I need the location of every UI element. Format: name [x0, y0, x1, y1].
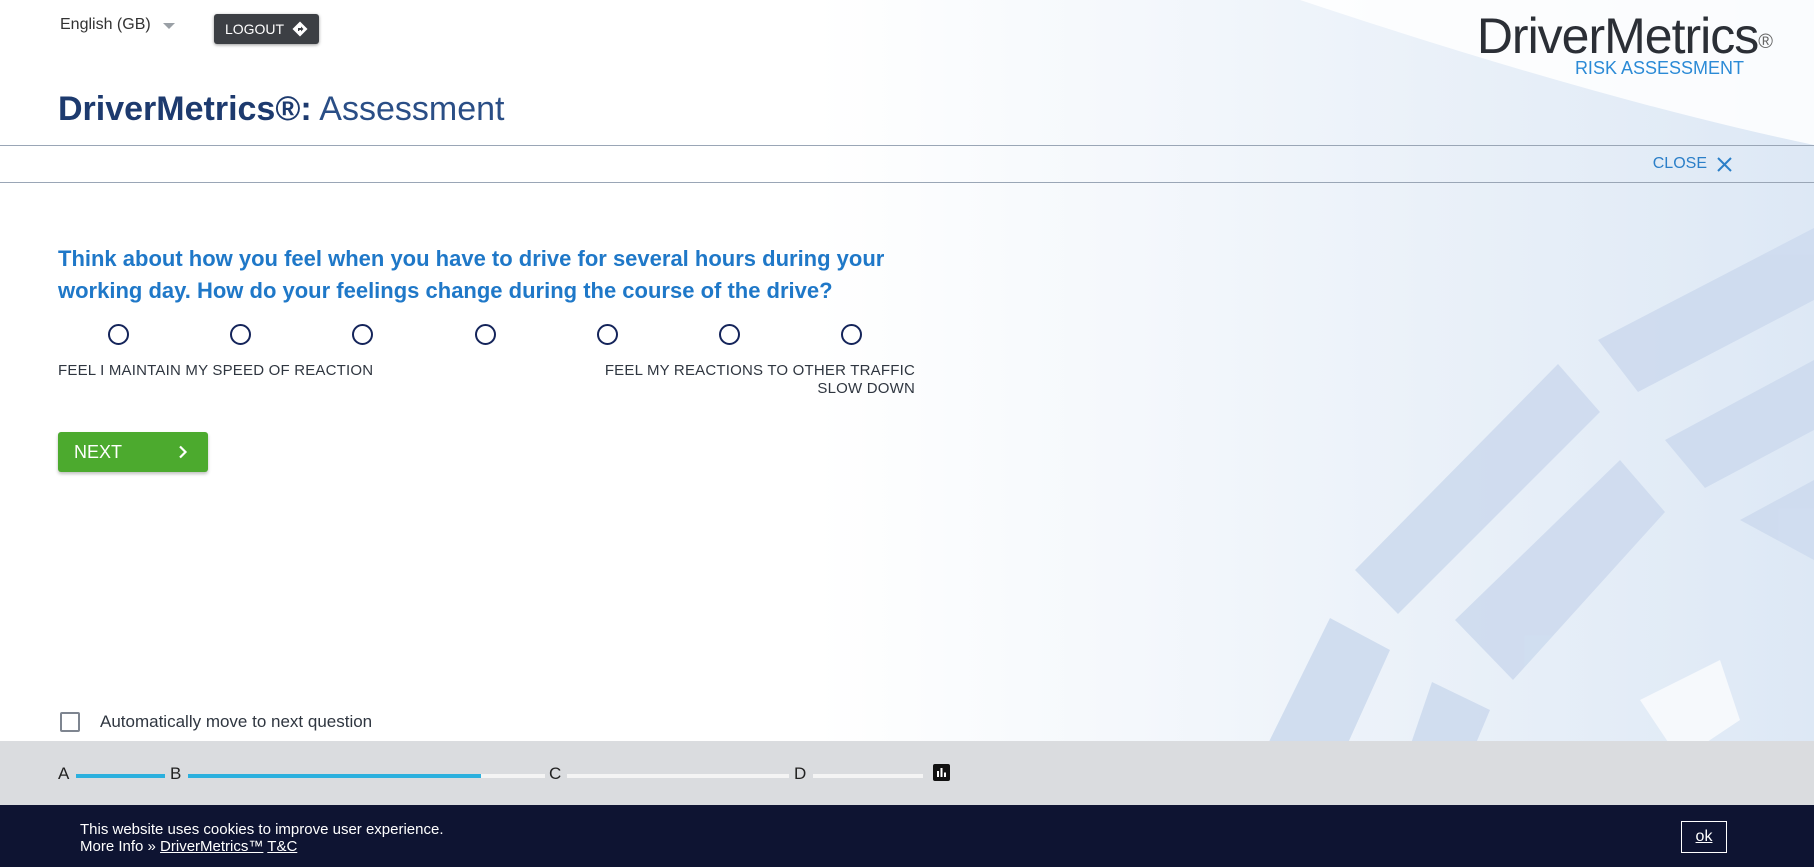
progress-fill-b — [188, 774, 481, 778]
page-title-section: Assessment — [311, 90, 505, 128]
drivermetrics-link[interactable]: DriverMetrics™ — [160, 838, 263, 855]
scale-anchor-right: FEEL MY REACTIONS TO OTHER TRAFFIC SLOW … — [604, 362, 915, 397]
close-label: CLOSE — [1652, 155, 1707, 172]
page-title-brand: DriverMetrics®: — [58, 90, 312, 128]
cookie-ok-button[interactable]: ok — [1681, 821, 1727, 853]
logout-button[interactable]: LOGOUT — [214, 14, 319, 44]
brand-logo: DriverMetrics® RISK ASSESSMENT — [1476, 6, 1773, 79]
section-label-d: D — [794, 764, 807, 783]
likert-option-4[interactable] — [475, 324, 496, 345]
directions-icon — [292, 21, 308, 37]
likert-option-6[interactable] — [719, 324, 740, 345]
brand-name: DriverMetrics® — [1476, 8, 1773, 64]
progress-fill-a — [76, 774, 165, 778]
next-label: NEXT — [74, 441, 123, 462]
cookie-message: This website uses cookies to improve use… — [80, 821, 444, 855]
progress-track-b — [188, 774, 545, 778]
page-title: DriverMetrics®: Assessment — [58, 90, 504, 129]
progress-bar-band — [0, 741, 1814, 805]
close-button[interactable]: CLOSE — [1653, 155, 1732, 173]
likert-option-1[interactable] — [108, 324, 129, 345]
chevron-down-icon — [162, 23, 175, 29]
chevron-right-icon — [179, 445, 188, 459]
section-label-a: A — [58, 764, 70, 783]
auto-move-checkbox[interactable] — [60, 712, 80, 732]
auto-move-option: Automatically move to next question — [60, 712, 372, 732]
language-selector[interactable]: English (GB) — [60, 16, 175, 34]
likert-option-5[interactable] — [597, 324, 618, 345]
cookie-line: This website uses cookies to improve use… — [80, 821, 444, 838]
scale-anchor-left: FEEL I MAINTAIN MY SPEED OF REACTION — [58, 362, 374, 379]
section-label-b: B — [170, 764, 182, 783]
progress-track-d — [813, 774, 923, 778]
likert-option-2[interactable] — [230, 324, 251, 345]
likert-option-7[interactable] — [841, 324, 862, 345]
progress-track-a — [76, 774, 165, 778]
section-label-c: C — [549, 764, 562, 783]
terms-link[interactable]: T&C — [267, 838, 297, 855]
progress-track-c — [567, 774, 789, 778]
likert-option-3[interactable] — [352, 324, 373, 345]
language-label: English (GB) — [60, 16, 151, 33]
cookie-more-info: More Info » DriverMetrics™ T&C — [80, 838, 298, 855]
question-text: Think about how you feel when you have t… — [58, 246, 885, 303]
logout-label: LOGOUT — [224, 21, 285, 37]
background-decoration — [0, 0, 1814, 867]
auto-move-label: Automatically move to next question — [100, 712, 373, 731]
cookie-banner: This website uses cookies to improve use… — [0, 805, 1814, 867]
next-button[interactable]: NEXT — [58, 432, 208, 472]
close-bar — [0, 145, 1814, 183]
bar-chart-icon[interactable] — [933, 764, 950, 781]
close-icon — [1717, 156, 1732, 172]
